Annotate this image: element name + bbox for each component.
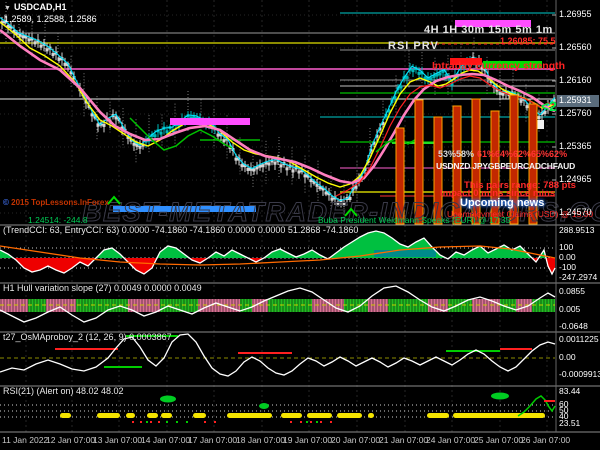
time-label: 21 Jan 07:00 xyxy=(379,435,429,445)
pane-0-scale-label: -247.2974 xyxy=(559,272,598,282)
upcoming-news-label: Upcoming news xyxy=(460,197,545,209)
resistance-bar-magenta-mid xyxy=(170,118,250,125)
time-label: 17 Jan 07:00 xyxy=(188,435,238,445)
copyright-watermark: © 2015 TopLessons.InForex xyxy=(3,199,109,207)
price-label: 1.25760 xyxy=(559,108,592,118)
pane-3-scale-label: 23.51 xyxy=(559,418,581,428)
pane-1-scale-label: 0.0855 xyxy=(559,286,585,296)
pane-0-scale-label: 100 xyxy=(559,242,574,252)
bars-count-label: <2 xyxy=(541,98,557,114)
news-price-left: 1.24514: -244.8 xyxy=(28,215,88,225)
pane-3-indicator-label: RSI(21) (Alert on) 48.02 48.02 xyxy=(3,386,124,396)
pane-2-scale-label: 0.0011225 xyxy=(559,334,599,344)
strength-percents-red: 61%64%62%65%62% xyxy=(477,149,568,159)
pane-1-scale-label: -0.0648 xyxy=(559,321,588,331)
timeframe-labels[interactable]: 4H 1H 30m 15m 5m 1m xyxy=(424,25,553,36)
alert-price-label: 1.26085: 75.5 xyxy=(500,36,556,46)
quote-line: 1.2589, 1.2588, 1.2586 xyxy=(4,14,97,24)
price-label: 1.25365 xyxy=(559,141,592,151)
news-event-eur: Buba President Weidmann Speaks (EUR) @ 1… xyxy=(318,215,511,225)
symbol-dropdown-icon[interactable]: ▼ xyxy=(4,5,11,12)
time-label: 11 Jan 2022 xyxy=(2,435,49,445)
rsi-prv-label: RSI PRV xyxy=(388,40,439,52)
copyright-text: 2015 TopLessons.InForex xyxy=(8,198,109,207)
pane-1-indicator-label: H1 Hull variation slope (27) 0.0049 0.00… xyxy=(3,283,202,293)
pane-2-scale-label: 0.00 xyxy=(559,352,576,362)
price-label: 1.26955 xyxy=(559,9,592,19)
current-price-box: 1.25931 xyxy=(557,95,599,107)
time-label: 18 Jan 07:00 xyxy=(236,435,286,445)
time-label: 26 Jan 07:00 xyxy=(521,435,571,445)
strength-percents-gray: 53%58% xyxy=(438,149,475,159)
time-label: 13 Jan 07:00 xyxy=(93,435,143,445)
pane-1-scale-label: 0.005 xyxy=(559,304,581,314)
price-label: 1.24965 xyxy=(559,174,592,184)
time-label: 24 Jan 07:00 xyxy=(426,435,476,445)
time-label: 12 Jan 07:00 xyxy=(46,435,96,445)
pane-0-indicator-label: (TrendCCI: 63, EntryCCI: 63) 0.0000 -74.… xyxy=(3,225,359,235)
time-label: 14 Jan 07:00 xyxy=(141,435,191,445)
pane-3-scale-label: 83.44 xyxy=(559,386,581,396)
symbol-block: ▼ USDCAD,H1 1.2589, 1.2588, 1.2586 xyxy=(4,3,97,24)
price-label: 1.24570 xyxy=(559,207,592,217)
strength-title: Intraday currency strength xyxy=(432,60,566,72)
price-label: 1.26160 xyxy=(559,75,592,85)
pane-0-scale-label: -100 xyxy=(559,262,577,272)
pane-0-scale-label: 0.00 xyxy=(559,252,576,262)
strength-currencies: USDNZD JPYGBPEURCADCHFAUD xyxy=(436,161,576,171)
pane-2-scale-label: -0.0009913 xyxy=(559,369,600,379)
mt4-chart-window: BEST-METATRADER-INDICATORS.COM 4H 1H 30m… xyxy=(0,0,600,450)
price-label: 1.26560 xyxy=(559,42,592,52)
pane-2-indicator-label: t27_OsMAproboy_2 (12, 26, 9) 0.0003867 xyxy=(3,332,172,342)
time-label: 25 Jan 07:00 xyxy=(474,435,524,445)
time-label: 20 Jan 07:00 xyxy=(331,435,381,445)
time-label: 19 Jan 07:00 xyxy=(283,435,333,445)
symbol-title: USDCAD,H1 xyxy=(13,2,67,12)
pane-0-scale-label: 288.9513 xyxy=(559,225,595,235)
